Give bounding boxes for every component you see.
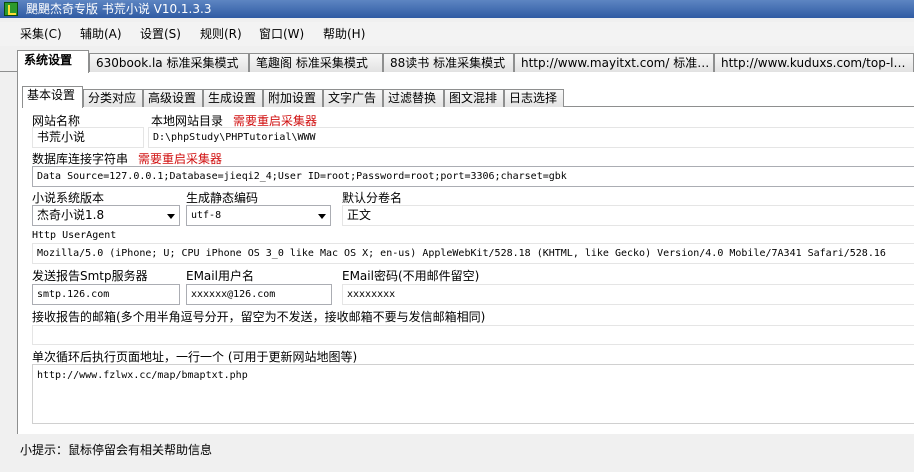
subtab-extra[interactable]: 附加设置	[263, 89, 323, 107]
chevron-down-icon[interactable]	[318, 214, 326, 219]
email-user-label: EMail用户名	[186, 269, 254, 283]
default-volume-label: 默认分卷名	[342, 191, 403, 205]
status-hint: 小提示：鼠标停留会有相关帮助信息	[20, 443, 213, 457]
subtab-advanced[interactable]: 高级设置	[143, 89, 203, 107]
smtp-server-input[interactable]: smtp.126.com	[32, 284, 180, 305]
email-password-label: EMail密码(不用邮件留空)	[342, 269, 480, 283]
menu-rules[interactable]: 规则(R)	[200, 26, 242, 42]
novel-version-select[interactable]: 杰奇小说1.8	[32, 205, 180, 226]
report-email-label: 接收报告的邮箱(多个用半角逗号分开，留空为不发送，接收邮箱不要与发信邮箱相同)	[32, 310, 486, 324]
tab-biquge[interactable]: 笔趣阁 标准采集模式	[249, 53, 383, 72]
db-connection-label: 数据库连接字符串	[32, 152, 129, 166]
user-agent-label: Http UserAgent	[32, 230, 117, 241]
default-volume-input[interactable]: 正文	[342, 205, 914, 226]
email-password-input[interactable]: xxxxxxxx	[342, 284, 914, 305]
local-dir-input[interactable]: D:\phpStudy\PHPTutorial\WWW	[148, 127, 914, 148]
loop-url-label: 单次循环后执行页面地址，一行一个 (可用于更新网站地图等)	[32, 350, 358, 364]
menu-help[interactable]: 帮助(H)	[323, 26, 365, 42]
menu-window[interactable]: 窗口(W)	[259, 26, 304, 42]
tab-630book[interactable]: 630book.la 标准采集模式	[89, 53, 249, 72]
user-agent-input[interactable]: Mozilla/5.0 (iPhone; U; CPU iPhone OS 3_…	[32, 243, 914, 264]
tab-88dushu[interactable]: 88读书 标准采集模式	[383, 53, 514, 72]
db-connection-input[interactable]: Data Source=127.0.0.1;Database=jieqi2_4;…	[32, 166, 914, 187]
window-title: 颶颶杰奇专版 书荒小说 V10.1.3.3	[26, 2, 212, 16]
main-tab-bar: 系统设置 630book.la 标准采集模式 笔趣阁 标准采集模式 88读书 标…	[0, 50, 914, 73]
report-email-input[interactable]	[32, 325, 914, 345]
site-name-label: 网站名称	[32, 114, 81, 128]
smtp-server-label: 发送报告Smtp服务器	[32, 269, 148, 283]
menu-assist[interactable]: 辅助(A)	[80, 26, 122, 42]
subtab-text-ads[interactable]: 文字广告	[323, 89, 383, 107]
local-dir-label: 本地网站目录	[151, 114, 224, 128]
site-name-input[interactable]: 书荒小说	[32, 127, 144, 148]
db-restart-warning: 需要重启采集器	[138, 152, 223, 166]
title-bar: 颶颶杰奇专版 书荒小说 V10.1.3.3	[0, 0, 914, 18]
app-icon	[4, 2, 18, 16]
tab-mayitxt[interactable]: http://www.mayitxt.com/ 标准…	[514, 53, 714, 72]
tab-kuduxs[interactable]: http://www.kuduxs.com/top-l…	[714, 53, 914, 72]
settings-panel: 基本设置 分类对应 高级设置 生成设置 附加设置 文字广告 过滤替换 图文混排 …	[17, 72, 914, 434]
static-encoding-select[interactable]: utf-8	[186, 205, 331, 226]
restart-warning: 需要重启采集器	[233, 114, 318, 128]
subtab-basic[interactable]: 基本设置	[22, 86, 83, 108]
static-encoding-label: 生成静态编码	[186, 191, 259, 205]
menu-settings[interactable]: 设置(S)	[140, 26, 181, 42]
novel-version-label: 小说系统版本	[32, 191, 105, 205]
subtab-generate[interactable]: 生成设置	[203, 89, 263, 107]
email-user-input[interactable]: xxxxxx@126.com	[186, 284, 332, 305]
menu-bar: 采集(C) 辅助(A) 设置(S) 规则(R) 窗口(W) 帮助(H)	[0, 22, 914, 46]
tab-system-settings[interactable]: 系统设置	[17, 50, 89, 73]
sub-tab-bar: 基本设置 分类对应 高级设置 生成设置 附加设置 文字广告 过滤替换 图文混排 …	[22, 86, 914, 108]
subtab-image-text[interactable]: 图文混排	[444, 89, 504, 107]
menu-collect[interactable]: 采集(C)	[20, 26, 62, 42]
chevron-down-icon[interactable]	[167, 214, 175, 219]
novel-version-value: 杰奇小说1.8	[37, 208, 105, 222]
subtab-log-select[interactable]: 日志选择	[504, 89, 564, 107]
loop-url-textarea[interactable]: http://www.fzlwx.cc/map/bmaptxt.php	[32, 364, 914, 424]
static-encoding-value: utf-8	[191, 210, 222, 221]
subtab-filter-replace[interactable]: 过滤替换	[383, 89, 444, 107]
subtab-category-map[interactable]: 分类对应	[83, 89, 143, 107]
